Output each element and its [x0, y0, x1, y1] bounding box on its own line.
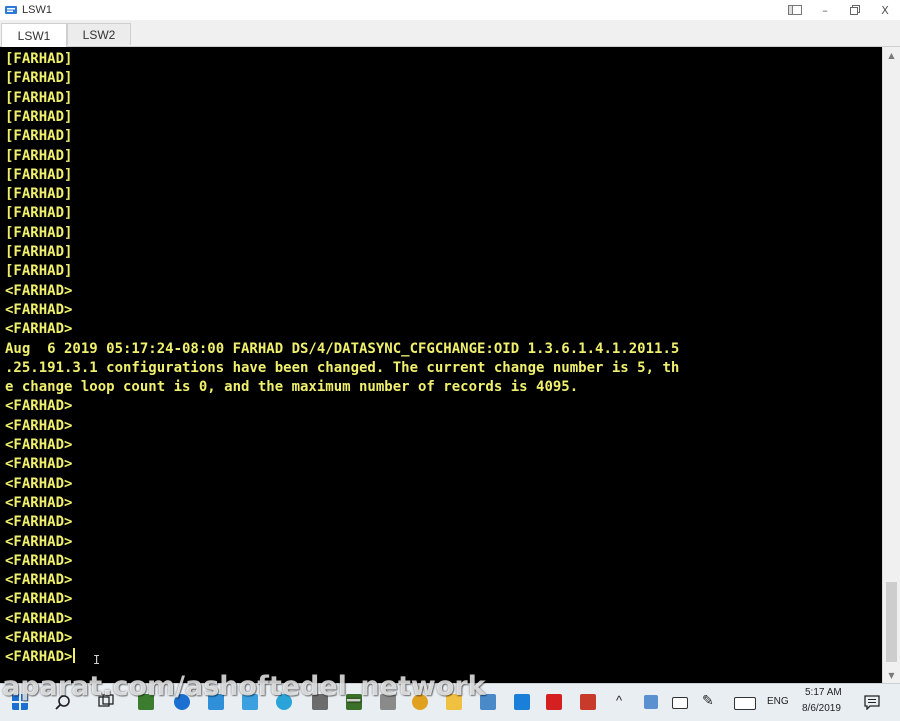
battery-icon[interactable] — [672, 697, 688, 709]
terminal-line: <FARHAD> — [5, 533, 73, 550]
pen-icon[interactable]: ✎ — [702, 692, 714, 709]
ensp-icon[interactable] — [480, 694, 496, 710]
file-explorer-icon[interactable] — [446, 694, 462, 710]
tab-label: LSW2 — [82, 27, 116, 42]
capture-app-icon[interactable] — [580, 694, 596, 710]
clock-time[interactable]: 5:17 AM — [805, 687, 842, 698]
task-view-icon[interactable] — [98, 694, 114, 710]
tab-strip: LSW1 LSW2 — [0, 20, 900, 47]
settings-app-icon[interactable] — [380, 694, 396, 710]
device-app-icon[interactable] — [312, 694, 328, 710]
terminal-line: [FARHAD] — [5, 205, 73, 222]
terminal-line: <FARHAD> — [5, 514, 73, 531]
terminal-line: <FARHAD> — [5, 282, 73, 299]
terminal-line: [FARHAD] — [5, 108, 73, 125]
tray-app-icon[interactable] — [644, 695, 658, 709]
terminal-line: Aug 6 2019 05:17:24-08:00 FARHAD DS/4/DA… — [5, 340, 680, 357]
terminal-line: <FARHAD> — [5, 437, 73, 453]
terminal-line: <FARHAD> — [5, 572, 73, 589]
terminal-line: .25.191.3.1 configurations have been cha… — [5, 359, 680, 376]
terminal-line: [FARHAD] — [5, 166, 73, 183]
close-icon: X — [881, 3, 889, 17]
clock-date[interactable]: 8/6/2019 — [802, 703, 841, 714]
folder-app-icon[interactable] — [242, 694, 258, 710]
terminal-line: [FARHAD] — [5, 224, 73, 241]
edge-browser-icon[interactable] — [174, 694, 190, 710]
terminal-line: <FARHAD> — [5, 494, 73, 511]
terminal-line: <FARHAD> — [5, 630, 73, 646]
network-app-icon[interactable] — [208, 694, 224, 710]
app-icon-blue[interactable] — [514, 694, 530, 710]
terminal-line: [FARHAD] — [5, 70, 73, 87]
terminal-line: [FARHAD] — [5, 147, 73, 164]
terminal-line: [FARHAD] — [5, 186, 73, 203]
tray-chevron-up-icon[interactable]: ^ — [616, 693, 622, 708]
terminal-line: <FARHAD> — [5, 456, 73, 473]
app-icon — [5, 6, 17, 14]
keyboard-icon[interactable] — [734, 697, 756, 710]
terminal-line: [FARHAD] — [5, 51, 73, 67]
window-title: LSW1 — [22, 4, 52, 16]
terminal-line: <FARHAD> — [5, 648, 76, 667]
tab-lsw2[interactable]: LSW2 — [67, 23, 131, 45]
terminal-line: <FARHAD> — [5, 321, 73, 338]
windows-start-icon[interactable] — [12, 694, 28, 710]
tab-lsw1[interactable]: LSW1 — [1, 23, 67, 47]
app-icon-green[interactable] — [138, 694, 154, 710]
terminal-line: <FARHAD> — [5, 417, 73, 434]
terminal-line: [FARHAD] — [5, 244, 73, 260]
pdf-reader-icon[interactable] — [546, 694, 562, 710]
text-cursor — [73, 648, 76, 664]
terminal-line: [FARHAD] — [5, 128, 73, 145]
chrome-icon[interactable] — [412, 694, 428, 710]
terminal-line: <FARHAD> — [5, 475, 73, 492]
browser-icon[interactable] — [276, 694, 292, 710]
notifications-icon[interactable] — [864, 694, 880, 710]
scroll-up-arrow-icon[interactable]: ▲ — [883, 47, 900, 63]
scrollbar-thumb[interactable] — [886, 582, 897, 662]
minimize-button[interactable]: – — [810, 0, 840, 20]
language-indicator[interactable]: ENG — [767, 696, 789, 707]
vertical-scrollbar[interactable]: ▲ ▼ — [882, 47, 900, 683]
close-button[interactable]: X — [870, 0, 900, 20]
search-icon[interactable] — [55, 694, 71, 710]
minimize-icon: – — [822, 3, 828, 17]
terminal-output[interactable]: [FARHAD] [FARHAD] [FARHAD] [FARHAD] [FARHAD]… — [0, 47, 882, 683]
terminal-line: <FARHAD> — [5, 591, 73, 608]
terminal-line: <FARHAD> — [5, 552, 73, 569]
terminal-line: e change loop count is 0, and the maximu… — [5, 379, 579, 396]
terminal-line: <FARHAD> — [5, 398, 73, 415]
taskbar: ^ ✎ ENG 5:17 AM 8/6/2019 — [0, 683, 900, 721]
restore-down-button[interactable] — [780, 0, 810, 20]
terminal-line: [FARHAD] — [5, 263, 73, 280]
terminal-line: <FARHAD> — [5, 610, 73, 627]
window-controls: – X — [780, 0, 900, 20]
restore-icon — [788, 5, 802, 15]
title-bar: LSW1 – X — [0, 0, 900, 21]
terminal-app-icon[interactable] — [346, 694, 362, 710]
maximize-icon — [850, 5, 860, 15]
scroll-down-arrow-icon[interactable]: ▼ — [883, 667, 900, 683]
tab-label: LSW1 — [17, 28, 51, 43]
terminal-line: <FARHAD> — [5, 301, 73, 318]
ibeam-cursor-icon: I — [93, 653, 101, 667]
terminal-line: [FARHAD] — [5, 89, 73, 106]
maximize-button[interactable] — [840, 0, 870, 20]
